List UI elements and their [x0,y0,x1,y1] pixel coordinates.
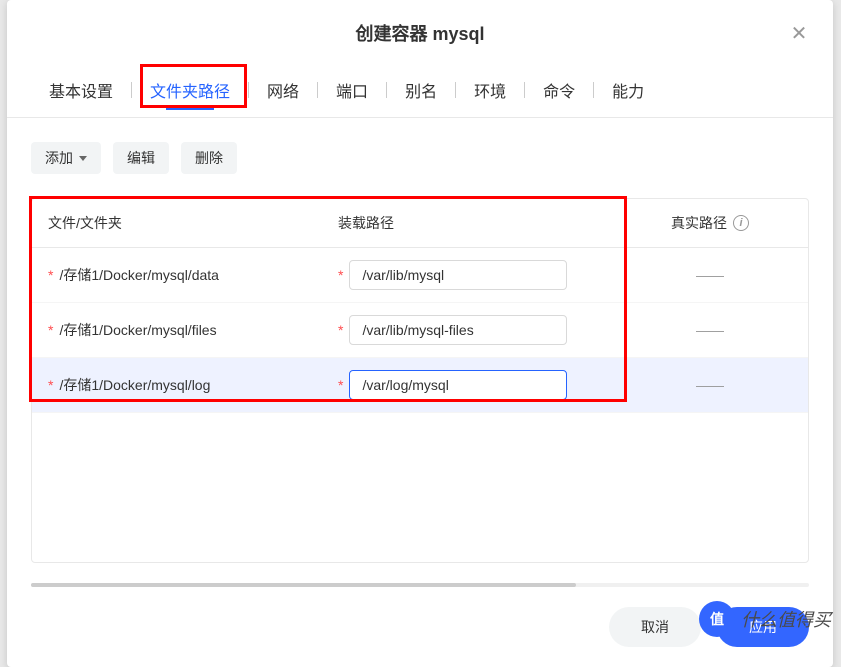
required-marker: * [48,267,53,283]
col-file-folder-header: 文件/文件夹 [48,213,338,233]
tab-alias[interactable]: 别名 [387,78,455,102]
modal-dialog: 创建容器 mysql ✕ 基本设置 文件夹路径 网络 端口 别名 环境 命令 能… [7,0,833,667]
required-marker: * [338,322,343,338]
tab-basic[interactable]: 基本设置 [31,78,131,102]
cancel-button[interactable]: 取消 [609,607,701,647]
tab-network[interactable]: 网络 [249,78,317,102]
tab-port[interactable]: 端口 [318,78,386,102]
tab-capability[interactable]: 能力 [594,78,662,102]
watermark: 值 什么值得买 [699,601,831,637]
modal-header: 创建容器 mysql ✕ [7,0,833,62]
col-mount-path-header: 装载路径 [338,213,628,233]
table-row[interactable]: * /存储1/Docker/mysql/log * —— [32,358,808,413]
chevron-down-icon [79,156,87,161]
real-path-cell: —— [628,322,792,338]
add-button[interactable]: 添加 [31,142,101,174]
table-row[interactable]: * /存储1/Docker/mysql/files * —— [32,303,808,358]
tabs-container: 基本设置 文件夹路径 网络 端口 别名 环境 命令 能力 [7,62,833,118]
modal-title: 创建容器 mysql [31,20,809,46]
table-header: 文件/文件夹 装载路径 真实路径 i [32,199,808,248]
delete-button[interactable]: 删除 [181,142,237,174]
watermark-badge-icon: 值 [699,601,735,637]
col-real-path-header: 真实路径 i [628,213,792,233]
file-path-value: /存储1/Docker/mysql/files [59,320,216,340]
horizontal-scrollbar[interactable] [31,583,809,587]
tab-environment[interactable]: 环境 [456,78,524,102]
table-row[interactable]: * /存储1/Docker/mysql/data * —— [32,248,808,303]
mount-path-cell: * [338,260,628,290]
required-marker: * [48,377,53,393]
tab-folder-path[interactable]: 文件夹路径 [132,78,248,102]
toolbar: 添加 编辑 删除 [7,118,833,198]
file-path-cell: * /存储1/Docker/mysql/data [48,265,338,285]
scrollbar-thumb[interactable] [31,583,576,587]
tab-command[interactable]: 命令 [525,78,593,102]
watermark-text: 什么值得买 [741,606,831,632]
required-marker: * [338,377,343,393]
required-marker: * [338,267,343,283]
mount-path-input[interactable] [349,260,567,290]
mount-path-cell: * [338,370,628,400]
real-path-cell: —— [628,267,792,283]
mount-path-cell: * [338,315,628,345]
file-path-value: /存储1/Docker/mysql/log [59,375,210,395]
file-path-cell: * /存储1/Docker/mysql/log [48,375,338,395]
edit-button[interactable]: 编辑 [113,142,169,174]
file-path-cell: * /存储1/Docker/mysql/files [48,320,338,340]
close-icon[interactable]: ✕ [789,24,809,44]
folder-table: 文件/文件夹 装载路径 真实路径 i * /存储1/Docker/mysql/d… [31,198,809,563]
col-real-path-label: 真实路径 [671,213,727,233]
mount-path-input[interactable] [349,370,567,400]
required-marker: * [48,322,53,338]
file-path-value: /存储1/Docker/mysql/data [59,265,219,285]
info-icon[interactable]: i [733,215,749,231]
mount-path-input[interactable] [349,315,567,345]
real-path-cell: —— [628,377,792,393]
add-button-label: 添加 [45,148,73,168]
